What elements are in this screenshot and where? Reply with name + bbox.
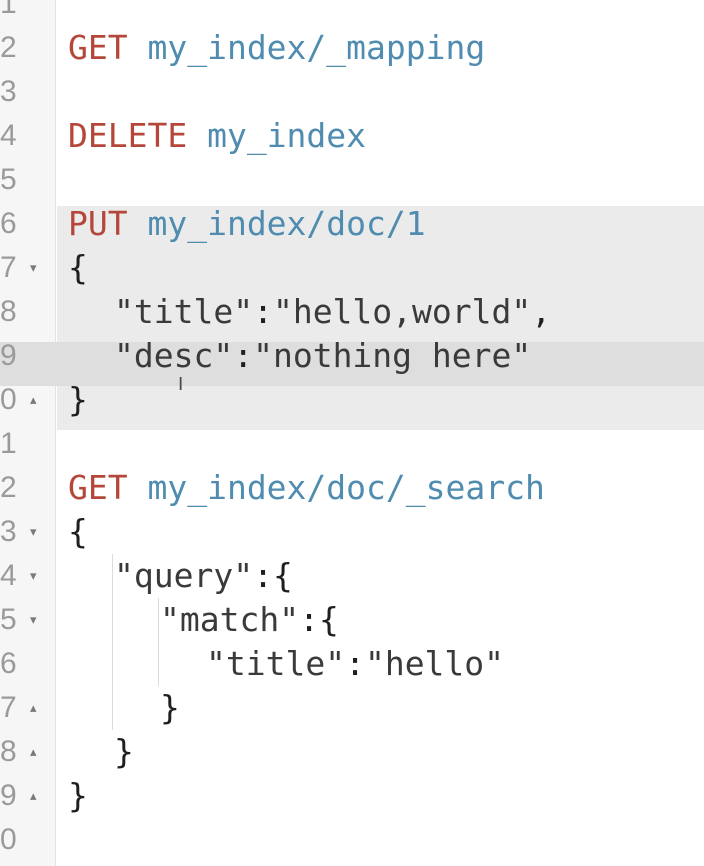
line-number-label: 5 <box>0 603 17 636</box>
json-string: "title" <box>206 644 346 683</box>
request-path: my_index/_mapping <box>127 28 486 67</box>
json-punctuation: } <box>114 732 134 771</box>
json-string: "hello,world" <box>272 292 532 331</box>
http-method: GET <box>68 468 128 507</box>
code-line[interactable]: "query":{ <box>114 554 293 598</box>
code-line[interactable]: "title":"hello" <box>206 642 504 686</box>
code-line[interactable]: } <box>114 730 134 774</box>
json-string: "desc" <box>114 336 234 375</box>
line-number: 1 <box>0 0 56 26</box>
line-number-label: 9 <box>0 779 17 812</box>
code-line[interactable]: GET my_index/_mapping <box>68 26 485 70</box>
fold-arrow-up-icon[interactable]: ▴ <box>30 774 37 818</box>
code-line[interactable]: GET my_index/doc/_search <box>68 466 545 510</box>
line-number-label: 2 <box>0 31 17 64</box>
line-number-label: 6 <box>0 207 17 240</box>
line-number-label: 8 <box>0 735 17 768</box>
code-line[interactable]: } <box>68 774 88 818</box>
line-number: 9 <box>0 334 56 378</box>
line-number-label: 7 <box>0 691 17 724</box>
code-line[interactable]: { <box>68 246 88 290</box>
code-line[interactable]: DELETE my_index <box>68 114 366 158</box>
line-number: 5 ▾ <box>0 598 56 642</box>
request-path: my_index <box>187 116 367 155</box>
request-path: my_index/doc/_search <box>127 468 545 507</box>
line-number-label: 8 <box>0 295 17 328</box>
line-number: 7 ▴ <box>0 686 56 730</box>
json-punctuation: :{ <box>253 556 293 595</box>
fold-arrow-down-icon[interactable]: ▾ <box>30 598 37 642</box>
line-number: 6 <box>0 642 56 686</box>
text-cursor-icon: I <box>178 374 184 395</box>
json-punctuation: { <box>68 512 88 551</box>
fold-arrow-up-icon[interactable]: ▴ <box>30 378 37 422</box>
fold-arrow-down-icon[interactable]: ▾ <box>30 510 37 554</box>
json-punctuation: : <box>345 644 365 683</box>
line-number: 5 <box>0 158 56 202</box>
json-string: "match" <box>160 600 300 639</box>
fold-arrow-down-icon[interactable]: ▾ <box>30 554 37 598</box>
line-number: 0 <box>0 818 56 862</box>
json-punctuation: : <box>233 336 254 375</box>
http-method: GET <box>68 28 128 67</box>
indent-guide <box>112 554 113 730</box>
code-line[interactable]: "desc":"nothing here" <box>114 334 531 378</box>
line-number: 4 ▾ <box>0 554 56 598</box>
line-number-label: 9 <box>0 339 17 372</box>
line-number-label: 3 <box>0 75 17 108</box>
json-punctuation: { <box>68 248 88 287</box>
code-line[interactable]: "title":"hello,world", <box>114 290 551 334</box>
line-number: 7 ▾ <box>0 246 56 290</box>
code-editor[interactable]: 1 2 3 4 5 6 7 ▾ 8 9 0 ▴ 1 2 3 ▾ 4 ▾ 5 ▾ 6 7 ▴ 8 ▴ 9 ▴ 0 GET my_inde… <box>0 0 704 866</box>
json-string: "title" <box>114 292 254 331</box>
line-number-label: 4 <box>0 119 17 152</box>
http-method: DELETE <box>68 116 188 155</box>
line-number-label: 4 <box>0 559 17 592</box>
indent-guide <box>158 598 159 686</box>
json-punctuation: } <box>68 380 88 419</box>
line-number: 8 ▴ <box>0 730 56 774</box>
line-number-label: 0 <box>0 823 17 856</box>
json-punctuation: :{ <box>299 600 339 639</box>
line-number: 3 <box>0 70 56 114</box>
json-string: "hello" <box>364 644 505 683</box>
line-number-label: 1 <box>0 0 17 20</box>
line-number: 2 <box>0 466 56 510</box>
code-line[interactable]: { <box>68 510 88 554</box>
json-string: "nothing here" <box>253 336 532 375</box>
line-number-label: 1 <box>0 427 17 460</box>
line-number: 9 ▴ <box>0 774 56 818</box>
line-number-label: 7 <box>0 251 17 284</box>
line-number-label: 0 <box>0 383 17 416</box>
line-number: 0 ▴ <box>0 378 56 422</box>
json-punctuation: , <box>531 292 552 331</box>
json-string: "query" <box>114 556 254 595</box>
fold-arrow-down-icon[interactable]: ▾ <box>30 246 37 290</box>
line-number: 8 <box>0 290 56 334</box>
line-number-label: 3 <box>0 515 17 548</box>
code-line[interactable]: } <box>160 686 180 730</box>
code-line[interactable]: } <box>68 378 88 422</box>
code-line[interactable]: "match":{ <box>160 598 339 642</box>
json-punctuation: } <box>68 776 88 815</box>
line-number: 3 ▾ <box>0 510 56 554</box>
line-number-label: 5 <box>0 163 17 196</box>
fold-arrow-up-icon[interactable]: ▴ <box>30 730 37 774</box>
line-number-label: 6 <box>0 647 17 680</box>
fold-arrow-up-icon[interactable]: ▴ <box>30 686 37 730</box>
request-path: my_index/doc/1 <box>127 204 426 243</box>
code-line[interactable]: PUT my_index/doc/1 <box>68 202 426 246</box>
json-punctuation: } <box>160 688 180 727</box>
line-number: 6 <box>0 202 56 246</box>
line-number: 1 <box>0 422 56 466</box>
json-punctuation: : <box>253 292 273 331</box>
http-method: PUT <box>68 204 128 243</box>
line-number-label: 2 <box>0 471 17 504</box>
line-number: 2 <box>0 26 56 70</box>
line-number: 4 <box>0 114 56 158</box>
